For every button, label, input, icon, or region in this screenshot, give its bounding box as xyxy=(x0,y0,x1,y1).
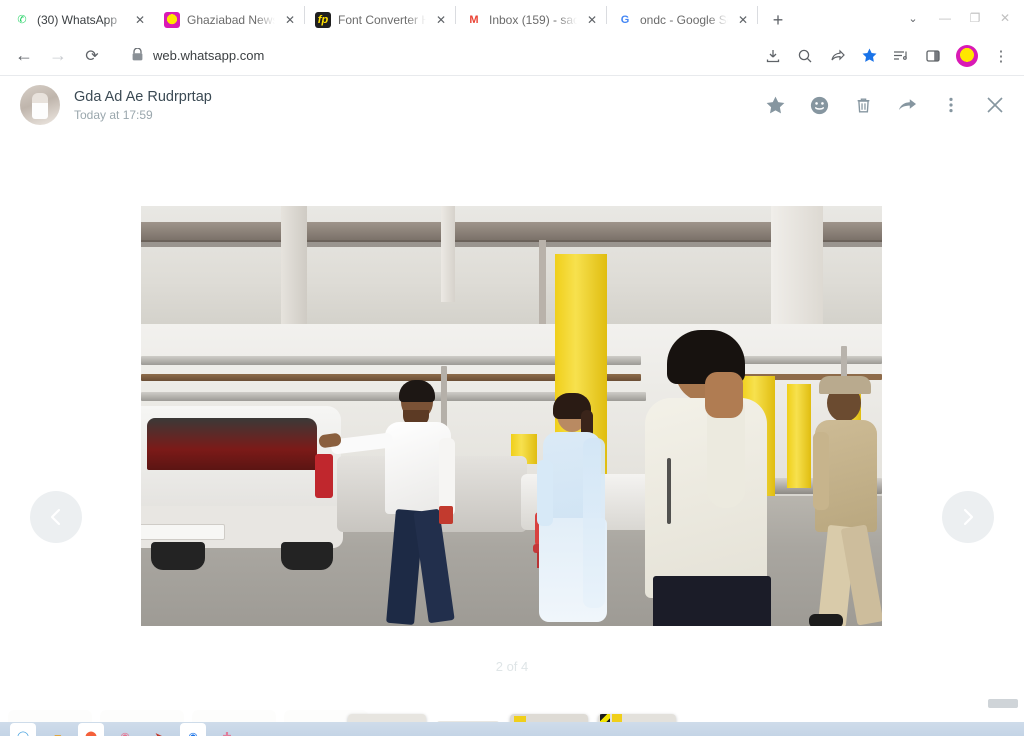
media-stage xyxy=(0,134,1024,626)
tab-title: Inbox (159) - sach xyxy=(489,13,577,27)
tab-close-icon[interactable]: ✕ xyxy=(584,12,600,28)
address-bar-url: web.whatsapp.com xyxy=(153,48,265,63)
tab-font-converter[interactable]: fp Font Converter H ✕ xyxy=(305,4,455,36)
new-tab-button[interactable]: + xyxy=(764,6,792,34)
media-video-frame[interactable] xyxy=(141,206,882,626)
scene-person-white-shirt xyxy=(318,380,487,626)
tab-title: (30) WhatsApp xyxy=(37,13,118,27)
tab-strip: ✆ (30) WhatsApp ✕ Ghaziabad News ✕ fp Fo… xyxy=(0,0,1024,36)
bookmark-star-icon[interactable] xyxy=(854,41,884,71)
gmail-icon: M xyxy=(466,12,482,28)
tab-ghaziabad-news[interactable]: Ghaziabad News ✕ xyxy=(154,4,304,36)
previous-media-button[interactable] xyxy=(30,491,82,543)
font-converter-icon: fp xyxy=(315,12,331,28)
tab-title: Ghaziabad News xyxy=(187,13,275,27)
close-viewer-button[interactable] xyxy=(980,90,1010,120)
window-controls: — ❐ ✕ xyxy=(930,4,1020,32)
tab-title: Font Converter H xyxy=(338,13,426,27)
next-media-button[interactable] xyxy=(942,491,994,543)
tab-separator xyxy=(757,6,758,24)
taskbar-icon-app[interactable]: ◉ xyxy=(112,723,138,736)
delete-button[interactable] xyxy=(848,90,878,120)
forward-button[interactable]: → xyxy=(42,40,74,72)
window-close-button[interactable]: ✕ xyxy=(990,4,1020,32)
media-viewer-header: Gda Ad Ae Rudrprtap Today at 17:59 xyxy=(0,76,1024,134)
side-panel-icon[interactable] xyxy=(918,41,948,71)
scene-person-police-officer xyxy=(809,374,882,626)
contact-avatar[interactable] xyxy=(20,85,60,125)
media-timestamp: Today at 17:59 xyxy=(74,107,153,122)
os-taskbar: ◯ ▰ ⬤ ◉ ➤ ◉ ✚ xyxy=(0,722,1024,736)
tabstrip-right-controls: ⌄ — ❐ ✕ xyxy=(898,4,1024,36)
chrome-browser-window: ✆ (30) WhatsApp ✕ Ghaziabad News ✕ fp Fo… xyxy=(0,0,1024,736)
lock-icon xyxy=(132,46,143,64)
tab-close-icon[interactable]: ✕ xyxy=(282,12,298,28)
taskbar-icon-media[interactable]: ⬤ xyxy=(78,723,104,736)
news-icon xyxy=(164,12,180,28)
tab-close-icon[interactable]: ✕ xyxy=(132,12,148,28)
tab-close-icon[interactable]: ✕ xyxy=(735,12,751,28)
taskbar-icon-plus[interactable]: ✚ xyxy=(214,723,240,736)
taskbar-icon-browser[interactable]: ◯ xyxy=(10,723,36,736)
taskbar-icon-folder[interactable]: ▰ xyxy=(44,723,70,736)
zoom-icon[interactable] xyxy=(790,41,820,71)
forward-button[interactable] xyxy=(892,90,922,120)
media-viewer-actions xyxy=(760,90,1010,120)
contact-name: Gda Ad Ae Rudrprtap xyxy=(74,88,212,105)
tab-whatsapp[interactable]: ✆ (30) WhatsApp ✕ xyxy=(4,4,154,36)
contact-info: Gda Ad Ae Rudrprtap Today at 17:59 xyxy=(74,89,212,122)
google-icon: G xyxy=(617,12,633,28)
address-bar[interactable]: web.whatsapp.com xyxy=(118,41,748,70)
toolbar-icons: ⋮ xyxy=(758,41,1016,71)
back-button[interactable]: ← xyxy=(8,40,40,72)
scene-person-light-blue xyxy=(537,393,619,626)
tab-search-chevron-down-icon[interactable]: ⌄ xyxy=(898,4,928,32)
reload-button[interactable]: ⟳ xyxy=(76,40,108,72)
tab-title: ondc - Google Se xyxy=(640,13,728,27)
browser-toolbar: ← → ⟳ web.whatsapp.com ⋮ xyxy=(0,36,1024,76)
reading-list-icon[interactable] xyxy=(886,41,916,71)
overflow-menu-button[interactable] xyxy=(936,90,966,120)
downloads-icon[interactable] xyxy=(758,41,788,71)
tab-ondc-google-search[interactable]: G ondc - Google Se ✕ xyxy=(607,4,757,36)
minimize-button[interactable]: — xyxy=(930,4,960,32)
react-emoji-button[interactable] xyxy=(804,90,834,120)
page-scrollbar-thumb[interactable] xyxy=(988,699,1018,708)
whatsapp-media-viewer: Gda Ad Ae Rudrprtap Today at 17:59 2 of … xyxy=(0,76,1024,724)
media-counter: 2 of 4 xyxy=(495,659,529,674)
whatsapp-icon: ✆ xyxy=(14,12,30,28)
star-button[interactable] xyxy=(760,90,790,120)
chrome-menu-button[interactable]: ⋮ xyxy=(986,41,1016,71)
video-scene-parking-garage xyxy=(141,206,882,626)
profile-avatar[interactable] xyxy=(956,44,978,67)
share-icon[interactable] xyxy=(822,41,852,71)
taskbar-icon-arrow[interactable]: ➤ xyxy=(146,723,172,736)
tab-gmail-inbox[interactable]: M Inbox (159) - sach ✕ xyxy=(456,4,606,36)
maximize-button[interactable]: ❐ xyxy=(960,4,990,32)
tab-close-icon[interactable]: ✕ xyxy=(433,12,449,28)
taskbar-icon-chrome[interactable]: ◉ xyxy=(180,723,206,736)
scene-person-saluting xyxy=(635,330,805,626)
